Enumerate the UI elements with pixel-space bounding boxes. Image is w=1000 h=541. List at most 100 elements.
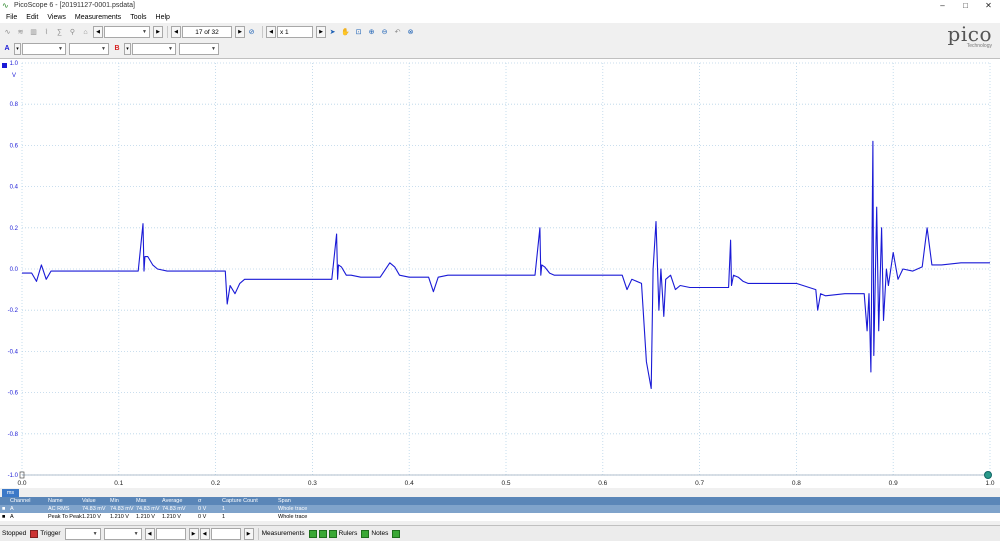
x-tick-label: 0.0 bbox=[17, 480, 26, 487]
pretrigger-field[interactable] bbox=[210, 527, 241, 540]
y-tick-label: 0.2 bbox=[10, 226, 19, 232]
menu-file[interactable]: File bbox=[6, 14, 17, 21]
x-tick-label: 0.6 bbox=[598, 480, 607, 487]
buffer-index-field[interactable]: 17 of 32 bbox=[182, 26, 232, 38]
channel-a-marker bbox=[2, 63, 7, 68]
timebase-prev-button[interactable]: ◀ bbox=[93, 26, 103, 38]
channel-b-coupling-select[interactable]: ▼ bbox=[179, 43, 219, 55]
menu-help[interactable]: Help bbox=[156, 14, 170, 21]
probe-icon[interactable]: ⚲ bbox=[67, 27, 78, 38]
trigger-level-next-button[interactable]: ▶ bbox=[188, 527, 199, 540]
menu-measurements[interactable]: Measurements bbox=[75, 14, 121, 21]
channel-b-coupling-arrow[interactable]: ▾ bbox=[124, 43, 131, 55]
channel-toolbar: A ▾ ▼ ▼ B ▾ ▼ ▼ bbox=[0, 41, 560, 57]
run-state-label: Stopped bbox=[2, 530, 27, 537]
rulers-settings-icon[interactable] bbox=[361, 529, 370, 538]
zoom-factor-field[interactable]: x 1 bbox=[277, 26, 313, 38]
channel-a-coupling-arrow[interactable]: ▾ bbox=[14, 43, 21, 55]
trigger-level-field[interactable] bbox=[155, 527, 186, 540]
measurements-label: Measurements bbox=[261, 530, 305, 537]
menu-views[interactable]: Views bbox=[47, 14, 66, 21]
buffer-next-button[interactable]: ▶ bbox=[235, 26, 245, 38]
edit-measurement-icon[interactable] bbox=[318, 529, 327, 538]
x-tick-label: 0.8 bbox=[792, 480, 801, 487]
timebase-select[interactable]: ▼ bbox=[104, 26, 150, 38]
zoom-region-icon[interactable]: ⊡ bbox=[353, 27, 364, 38]
delete-measurement-icon[interactable] bbox=[328, 529, 337, 538]
scope-mode-icon[interactable]: ∿ bbox=[2, 27, 13, 38]
oscilloscope-chart[interactable]: 0.0 0.1 0.2 0.3 0.4 0.5 0.6 0.7 0.8 0.9 1.0 1.0 0.8 0… bbox=[0, 59, 1000, 489]
toolbar-divider bbox=[167, 26, 168, 38]
minimize-button[interactable]: – bbox=[931, 0, 954, 11]
table-row[interactable]: ■ A AC RMS 74.83 mV 74.83 mV 74.83 mV 74… bbox=[0, 505, 1000, 513]
persistence-mode-icon[interactable]: ≋ bbox=[15, 27, 26, 38]
y-tick-label: 0.8 bbox=[10, 102, 19, 108]
channel-b-range-select[interactable]: ▼ bbox=[132, 43, 176, 55]
pretrigger-next-button[interactable]: ▶ bbox=[243, 527, 254, 540]
pretrigger-prev-button[interactable]: ◀ bbox=[199, 527, 210, 540]
y-tick-label: -0.4 bbox=[8, 349, 19, 355]
zoom-next-button[interactable]: ▶ bbox=[316, 26, 326, 38]
channel-a-button[interactable]: A bbox=[2, 44, 12, 54]
undo-zoom-icon[interactable]: ↶ bbox=[392, 27, 403, 38]
menu-tools[interactable]: Tools bbox=[130, 14, 146, 21]
title-bar: ∿ PicoScope 6 - [20191127-0001.psdata] –… bbox=[0, 0, 1000, 11]
menu-edit[interactable]: Edit bbox=[26, 14, 38, 21]
zoom-to-fit-icon[interactable]: ⊗ bbox=[405, 27, 416, 38]
scope-view[interactable]: 0.0 0.1 0.2 0.3 0.4 0.5 0.6 0.7 0.8 0.9 1.0 1.0 0.8 0… bbox=[0, 58, 1000, 488]
x-tick-label: 1.0 bbox=[985, 480, 994, 487]
window-title: PicoScope 6 - [20191127-0001.psdata] bbox=[14, 2, 135, 9]
chevron-down-icon: ▼ bbox=[92, 530, 98, 537]
stop-icon[interactable] bbox=[30, 529, 39, 538]
maximize-button[interactable]: □ bbox=[954, 0, 977, 11]
zoom-prev-button[interactable]: ◀ bbox=[266, 26, 276, 38]
channel-b-button[interactable]: B bbox=[112, 44, 122, 54]
zoom-in-icon[interactable]: ⊕ bbox=[366, 27, 377, 38]
capture-toolbar: ∿ ≋ ▥ ⌇ ∑ ⚲ ⌂ ◀ ▼ ▶ ◀ 17 of 32 ▶ ⊘ ◀ x 1… bbox=[0, 24, 560, 40]
ruler-handle bbox=[984, 471, 992, 479]
y-tick-label: 1.0 bbox=[10, 61, 19, 67]
measurements-table: Channel Name Value Min Max Average σ Cap… bbox=[0, 497, 1000, 521]
x-tick-label: 0.7 bbox=[695, 480, 704, 487]
table-row[interactable]: ■ A Peak To Peak 1.210 V 1.210 V 1.210 V… bbox=[0, 513, 1000, 521]
trigger-label: Trigger bbox=[40, 530, 61, 537]
notes-label: Notes bbox=[371, 530, 389, 537]
measurements-header-row: Channel Name Value Min Max Average σ Cap… bbox=[0, 497, 1000, 505]
y-tick-label: 0.4 bbox=[10, 185, 19, 191]
status-bar: Stopped Trigger ▼ ▼ ◀ ▶ ◀ ▶ Measurements… bbox=[0, 525, 1000, 541]
pico-logo: pico Technology bbox=[928, 24, 992, 54]
signal-generator-icon[interactable]: ⌇ bbox=[41, 27, 52, 38]
y-axis-unit-label: V bbox=[12, 73, 16, 79]
chevron-down-icon: ▼ bbox=[168, 46, 173, 52]
zoom-out-icon[interactable]: ⊖ bbox=[379, 27, 390, 38]
close-button[interactable]: ✕ bbox=[977, 0, 1000, 11]
notes-toggle-icon[interactable] bbox=[392, 529, 401, 538]
x-tick-label: 0.4 bbox=[405, 480, 414, 487]
status-divider bbox=[257, 527, 259, 540]
trigger-level-prev-button[interactable]: ◀ bbox=[144, 527, 155, 540]
y-tick-label: 0.6 bbox=[10, 143, 19, 149]
trigger-source-select[interactable]: ▼ bbox=[103, 527, 142, 540]
picoscope-app-icon: ∿ bbox=[2, 1, 9, 10]
reference-icon[interactable]: ⌂ bbox=[80, 27, 91, 38]
math-channel-icon[interactable]: ∑ bbox=[54, 27, 65, 38]
x-tick-label: 0.3 bbox=[308, 480, 317, 487]
window-controls: – □ ✕ bbox=[931, 0, 1000, 11]
pointer-tool-icon[interactable]: ➤ bbox=[327, 27, 338, 38]
channel-a-coupling-select[interactable]: ▼ bbox=[69, 43, 109, 55]
hand-tool-icon[interactable]: ✋ bbox=[340, 27, 351, 38]
buffer-navigator-icon[interactable]: ⊘ bbox=[246, 27, 257, 38]
buffer-prev-button[interactable]: ◀ bbox=[171, 26, 181, 38]
chevron-down-icon: ▼ bbox=[142, 29, 147, 35]
y-tick-label: -0.6 bbox=[8, 391, 19, 397]
x-axis-unit-tag[interactable]: ms bbox=[2, 489, 19, 497]
trigger-mode-select[interactable]: ▼ bbox=[64, 527, 101, 540]
rulers-label: Rulers bbox=[338, 530, 358, 537]
toolbar-divider bbox=[262, 26, 263, 38]
y-tick-label: -1.0 bbox=[8, 473, 19, 479]
spectrum-mode-icon[interactable]: ▥ bbox=[28, 27, 39, 38]
timebase-next-button[interactable]: ▶ bbox=[153, 26, 163, 38]
add-measurement-icon[interactable] bbox=[308, 529, 317, 538]
x-tick-label: 0.1 bbox=[114, 480, 123, 487]
channel-a-range-select[interactable]: ▼ bbox=[22, 43, 66, 55]
